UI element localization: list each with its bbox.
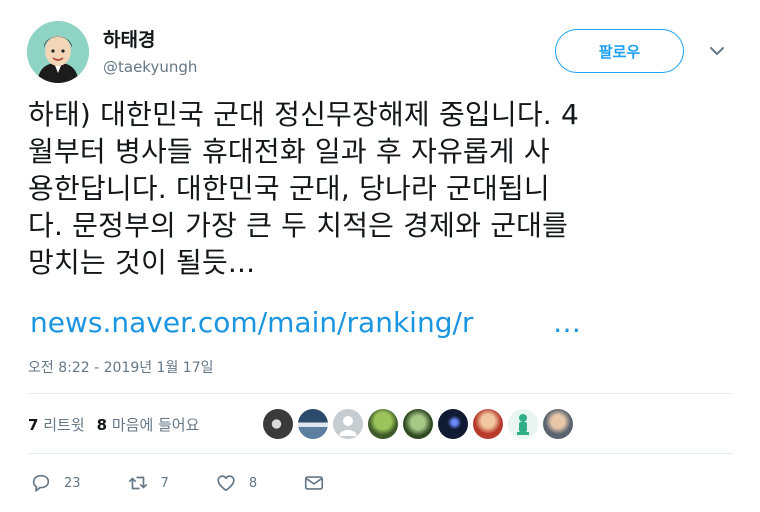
envelope-icon <box>305 476 324 490</box>
like-stat-count: 8 <box>96 416 108 434</box>
tweet-actions: 23 7 8 <box>30 472 383 494</box>
tweet-line: 망치는 것이 될듯... <box>28 246 256 279</box>
tweet-line: 월부터 병사들 휴대전화 일과 후 자유롭게 사 <box>28 135 550 168</box>
liker-avatar[interactable] <box>333 409 363 439</box>
liker-avatar[interactable] <box>508 409 538 439</box>
heart-icon <box>217 475 235 492</box>
engagement-stats: 7 리트윗 8 마음에 들어요 <box>28 414 199 435</box>
retweet-icon <box>128 476 147 490</box>
liker-avatar[interactable] <box>438 409 468 439</box>
tweet-text: 하태) 대한민국 군대 정신무장해제 중입니다. 4 월부터 병사들 휴대전화 … <box>28 96 738 281</box>
follow-button[interactable]: 팔로우 <box>555 29 684 73</box>
retweet-count: 7 <box>160 475 169 491</box>
tweet-link[interactable]: news.naver.com/main/ranking/r <box>30 306 473 339</box>
chevron-down-icon[interactable] <box>709 46 725 56</box>
reply-icon <box>32 474 50 492</box>
retweet-stat-label: 리트윗 <box>43 416 85 434</box>
tweet-link-ellipsis[interactable]: … <box>553 306 581 339</box>
author-handle[interactable]: @taekyungh <box>103 58 197 76</box>
reply-action[interactable]: 23 <box>30 472 81 494</box>
liker-avatar[interactable] <box>298 409 328 439</box>
like-stat-label: 마음에 들어요 <box>111 416 200 434</box>
reply-count: 23 <box>64 475 81 491</box>
like-count: 8 <box>248 475 258 491</box>
tweet-line: 용한답니다. 대한민국 군대, 당나라 군대됩니 <box>28 172 550 205</box>
retweet-stat-count: 7 <box>28 416 39 434</box>
retweet-stat[interactable]: 7 리트윗 <box>28 414 85 435</box>
liker-avatars <box>263 409 573 439</box>
default-avatar-icon <box>339 416 357 436</box>
avatar-illustration-icon <box>27 21 89 83</box>
divider <box>28 393 733 394</box>
tweet-line: 다. 문정부의 가장 큰 두 치적은 경제와 군대를 <box>28 209 569 242</box>
retweet-action[interactable]: 7 <box>127 472 169 494</box>
like-stat[interactable]: 8 마음에 들어요 <box>97 414 200 435</box>
message-action[interactable] <box>303 472 337 494</box>
author-avatar[interactable] <box>27 21 89 83</box>
divider <box>28 453 733 454</box>
like-action[interactable]: 8 <box>215 472 257 494</box>
tweet-timestamp[interactable]: 오전 8:22 - 2019년 1월 17일 <box>28 357 214 377</box>
author-name[interactable]: 하태경 <box>103 25 155 52</box>
tweet-line: 하태) 대한민국 군대 정신무장해제 중입니다. 4 <box>28 98 580 131</box>
liker-avatar[interactable] <box>543 409 573 439</box>
liker-avatar[interactable] <box>368 409 398 439</box>
liker-avatar[interactable] <box>403 409 433 439</box>
liker-avatar[interactable] <box>263 409 293 439</box>
liker-avatar[interactable] <box>473 409 503 439</box>
green-figure-icon <box>517 414 529 435</box>
